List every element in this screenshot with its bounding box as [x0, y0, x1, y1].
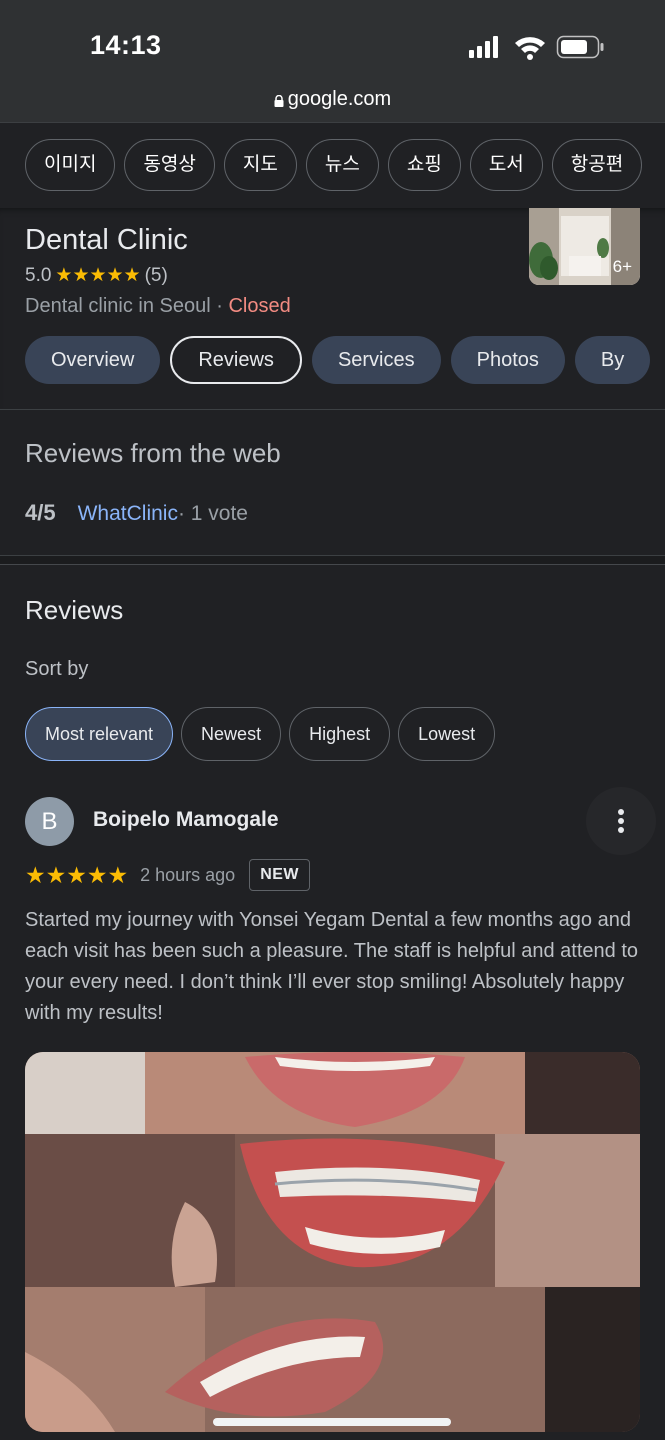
review-text: Started my journey with Yonsei Yegam Den…: [25, 909, 638, 1024]
review-time: 2 hours ago: [140, 864, 236, 885]
open-status: Closed: [228, 295, 291, 317]
business-tabs: Overview Reviews Services Photos By: [25, 336, 665, 388]
new-badge: NEW: [249, 859, 311, 891]
url-text: google.com: [287, 88, 392, 110]
wifi-icon: [515, 37, 545, 60]
status-bar: 14:13: [0, 0, 665, 88]
review-photo[interactable]: [25, 1052, 640, 1432]
sort-newest[interactable]: Newest: [181, 707, 282, 761]
more-vert-icon: [618, 809, 624, 815]
status-icons: [469, 35, 604, 60]
address-bar[interactable]: google.com: [0, 88, 665, 122]
web-review-row: 4/5 WhatClinic · 1 vote: [25, 500, 248, 526]
sort-most-relevant[interactable]: Most relevant: [25, 707, 174, 761]
tab-reviews[interactable]: Reviews: [170, 336, 302, 384]
business-category: Dental clinic in Seoul: [25, 295, 211, 317]
star-icon: ★★★★★: [55, 265, 141, 286]
business-name: Dental Clinic: [25, 224, 188, 256]
tab-flights[interactable]: 항공편: [551, 139, 643, 191]
status-time: 14:13: [90, 30, 162, 60]
tab-maps[interactable]: 지도: [223, 139, 297, 191]
business-header: Dental Clinic 5.0 ★★★★★ (5) Dental clini…: [0, 208, 665, 408]
more-options-button[interactable]: [586, 787, 656, 855]
avatar[interactable]: B: [25, 797, 74, 846]
business-rating: 5.0 ★★★★★ (5): [25, 264, 168, 287]
web-review-votes: · 1 vote: [177, 502, 248, 525]
sort-options: Most relevant Newest Highest Lowest: [25, 707, 503, 763]
cellular-signal-icon: [469, 36, 498, 58]
business-subtitle: Dental clinic in Seoul · Closed: [25, 295, 291, 318]
tab-services[interactable]: Services: [311, 336, 441, 384]
sort-label: Sort by: [25, 658, 89, 680]
lock-icon: [274, 94, 284, 107]
web-reviews-title: Reviews from the web: [25, 438, 281, 468]
tab-overview[interactable]: Overview: [25, 336, 161, 384]
home-indicator[interactable]: [213, 1418, 451, 1426]
tab-shopping[interactable]: 쇼핑: [387, 139, 461, 191]
review-author[interactable]: Boipelo Mamogale: [93, 808, 279, 832]
review-meta: ★★★★★ 2 hours ago NEW: [25, 858, 311, 892]
tab-news[interactable]: 뉴스: [305, 139, 379, 191]
star-rating-icon: ★★★★★: [25, 861, 129, 888]
tab-by[interactable]: By: [574, 336, 651, 384]
review-count: (5): [144, 264, 168, 286]
separator: ·: [210, 295, 229, 317]
tab-videos[interactable]: 동영상: [124, 139, 215, 191]
business-photo-thumbnail[interactable]: 6+: [529, 208, 640, 285]
web-review-source-link[interactable]: WhatClinic: [78, 502, 178, 526]
smile-collage-image: [25, 1052, 640, 1432]
section-separator: [0, 555, 665, 565]
sort-lowest[interactable]: Lowest: [398, 707, 496, 761]
divider: [0, 409, 665, 410]
tab-photos[interactable]: Photos: [450, 336, 565, 384]
sort-highest[interactable]: Highest: [289, 707, 391, 761]
tab-images[interactable]: 이미지: [25, 139, 116, 191]
search-type-tabs: 이미지 동영상 지도 뉴스 쇼핑 도서 항공편: [0, 122, 665, 208]
tab-books[interactable]: 도서: [469, 139, 543, 191]
photo-count: 6+: [612, 257, 632, 276]
web-review-score: 4/5: [25, 500, 56, 525]
reviews-title: Reviews: [25, 595, 124, 625]
battery-icon: [556, 35, 604, 59]
rating-value: 5.0: [25, 264, 52, 286]
